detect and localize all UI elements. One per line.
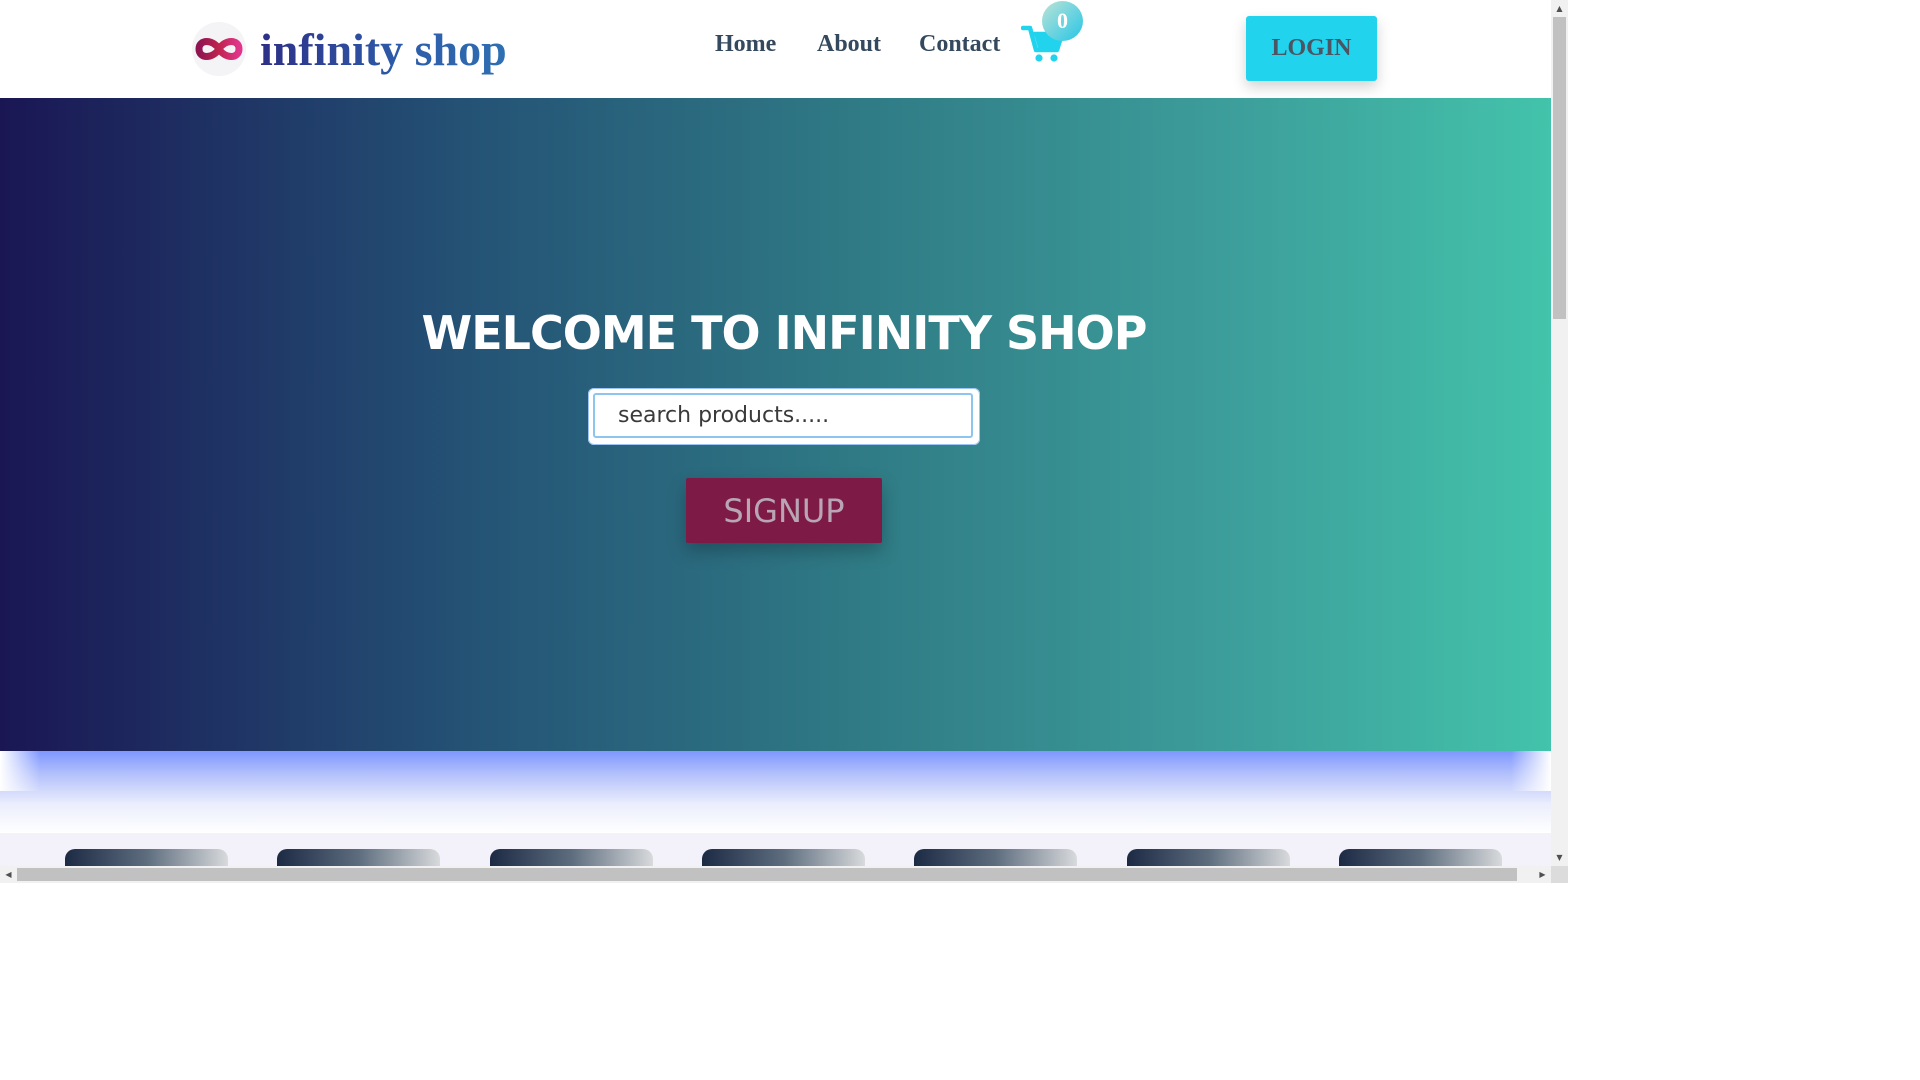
login-button[interactable]: LOGIN: [1246, 16, 1377, 81]
search-box: [588, 388, 980, 445]
scroll-up-arrow-icon[interactable]: ▲: [1551, 0, 1568, 17]
scroll-left-arrow-icon[interactable]: ◀: [0, 866, 17, 883]
products-section: [0, 833, 1551, 869]
signup-button[interactable]: SIGNUP: [686, 478, 882, 543]
nav-contact[interactable]: Contact: [919, 28, 1000, 60]
nav-home[interactable]: Home: [715, 28, 776, 60]
page: infinity shop Home About Contact 0 LOGIN…: [0, 0, 1568, 883]
nav-about[interactable]: About: [817, 28, 881, 60]
section-divider-glow: [0, 751, 1551, 833]
infinity-icon: [195, 38, 243, 60]
vertical-scrollbar[interactable]: ▲ ▼: [1551, 0, 1568, 866]
cart-count-badge: 0: [1042, 1, 1083, 41]
scroll-down-arrow-icon[interactable]: ▼: [1551, 849, 1568, 866]
vertical-scroll-thumb[interactable]: [1553, 17, 1566, 319]
scroll-right-arrow-icon[interactable]: ▶: [1534, 866, 1551, 883]
horizontal-scroll-thumb[interactable]: [17, 868, 1517, 881]
horizontal-scrollbar[interactable]: ◀ ▶: [0, 866, 1551, 883]
hero-title: WELCOME TO INFINITY SHOP: [421, 306, 1148, 360]
site-header: infinity shop Home About Contact 0 LOGIN: [0, 0, 1551, 98]
scrollbar-corner: [1551, 866, 1568, 883]
search-input[interactable]: [593, 393, 973, 438]
hero-section: WELCOME TO INFINITY SHOP SIGNUP: [0, 98, 1551, 751]
logo-link[interactable]: [192, 22, 246, 76]
brand-name[interactable]: infinity shop: [260, 20, 507, 80]
